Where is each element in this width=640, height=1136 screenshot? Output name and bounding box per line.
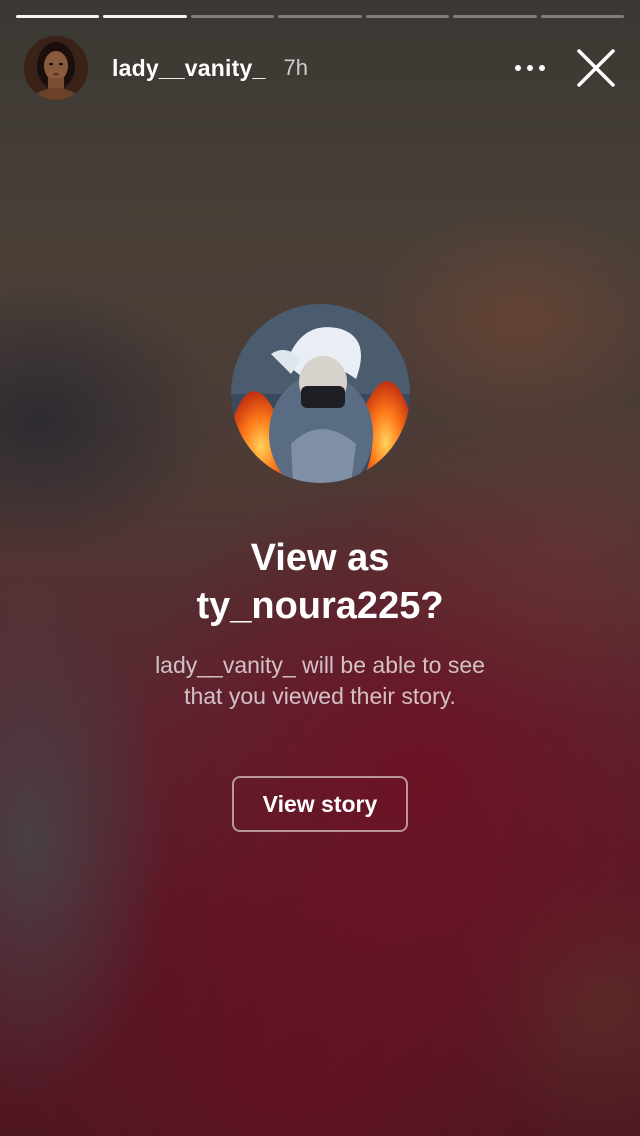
view-notice-line1: lady__vanity_ will be able to see <box>155 652 485 678</box>
progress-segment <box>103 15 187 18</box>
author-avatar[interactable] <box>24 36 88 100</box>
view-as-title-line1: View as <box>250 537 390 579</box>
story-header: lady__vanity_ 7h <box>24 36 620 100</box>
more-dots-icon <box>515 65 545 71</box>
view-as-title-line2: ty_noura225? <box>196 585 444 627</box>
progress-segment <box>278 15 362 18</box>
close-button[interactable] <box>572 44 620 92</box>
progress-segment <box>540 15 624 18</box>
progress-segment <box>16 15 100 18</box>
view-as-title: View as ty_noura225? <box>0 534 640 630</box>
view-notice-line2: that you viewed their story. <box>184 683 456 709</box>
view-story-button[interactable]: View story <box>232 776 408 832</box>
more-options-button[interactable] <box>506 44 554 92</box>
close-icon <box>577 49 615 87</box>
story-progress-bar <box>16 15 624 19</box>
story-timestamp: 7h <box>283 55 308 80</box>
viewer-profile-avatar <box>231 304 410 483</box>
author-username[interactable]: lady__vanity_ <box>112 55 265 82</box>
view-notice-text: lady__vanity_ will be able to see that y… <box>80 650 560 712</box>
progress-segment <box>365 15 450 18</box>
progress-segment <box>453 15 537 18</box>
progress-segment <box>190 15 275 18</box>
